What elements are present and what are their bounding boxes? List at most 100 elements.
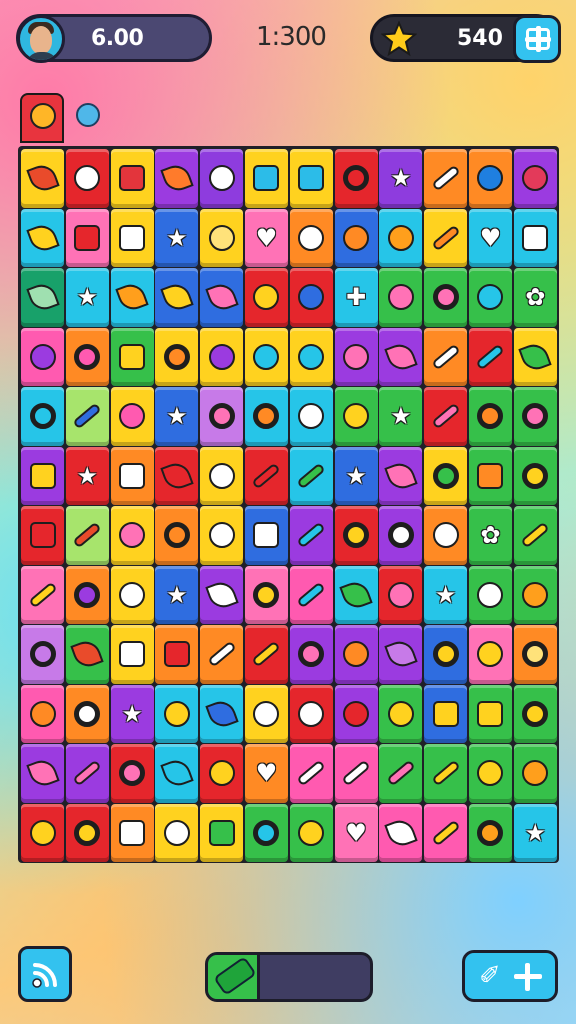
tile-r2-c5[interactable] <box>200 208 244 267</box>
tile-r5-c12[interactable] <box>513 387 557 446</box>
tile-r4-c10[interactable] <box>424 327 468 386</box>
tile-r10-c3[interactable]: ★ <box>110 684 154 743</box>
tile-r2-c4[interactable]: ★ <box>155 208 199 267</box>
tile-r6-c7[interactable] <box>289 446 333 505</box>
tile-r4-c4[interactable] <box>155 327 199 386</box>
tile-r8-c11[interactable] <box>468 565 512 624</box>
tile-r12-c10[interactable] <box>424 803 468 862</box>
tile-r12-c12[interactable]: ★ <box>513 803 557 862</box>
tile-r11-c9[interactable] <box>379 744 423 803</box>
tile-r8-c1[interactable] <box>21 565 64 624</box>
tile-r7-c6[interactable] <box>244 506 288 565</box>
tile-r2-c7[interactable] <box>289 208 333 267</box>
gift-tab[interactable] <box>20 93 64 143</box>
tile-r10-c5[interactable] <box>200 684 244 743</box>
tile-r3-c11[interactable] <box>468 268 512 327</box>
tile-r7-c9[interactable] <box>379 506 423 565</box>
tile-r7-c11[interactable]: ✿ <box>468 506 512 565</box>
tile-r2-c2[interactable] <box>65 208 109 267</box>
tile-r11-c10[interactable] <box>424 744 468 803</box>
tile-r6-c10[interactable] <box>424 446 468 505</box>
tile-r2-c9[interactable] <box>379 208 423 267</box>
tile-r11-c7[interactable] <box>289 744 333 803</box>
tile-r9-c6[interactable] <box>244 625 288 684</box>
tile-r5-c3[interactable] <box>110 387 154 446</box>
tile-r1-c10[interactable] <box>424 149 468 208</box>
tile-r3-c3[interactable] <box>110 268 154 327</box>
tile-r3-c6[interactable] <box>244 268 288 327</box>
tile-r2-c6[interactable]: ♥ <box>244 208 288 267</box>
tile-r10-c6[interactable] <box>244 684 288 743</box>
tile-r12-c9[interactable] <box>379 803 423 862</box>
tile-r10-c2[interactable] <box>65 684 109 743</box>
tile-r4-c6[interactable] <box>244 327 288 386</box>
tile-r12-c7[interactable] <box>289 803 333 862</box>
tile-r7-c5[interactable] <box>200 506 244 565</box>
tile-r10-c11[interactable] <box>468 684 512 743</box>
tile-r12-c2[interactable] <box>65 803 109 862</box>
tile-r10-c10[interactable] <box>424 684 468 743</box>
tile-r10-c8[interactable] <box>334 684 378 743</box>
tools-button[interactable]: ✐ <box>462 950 558 1002</box>
tile-r5-c8[interactable] <box>334 387 378 446</box>
tile-r3-c1[interactable] <box>21 268 64 327</box>
tile-r8-c6[interactable] <box>244 565 288 624</box>
tile-r1-c5[interactable] <box>200 149 244 208</box>
tile-r12-c6[interactable] <box>244 803 288 862</box>
tile-r9-c3[interactable] <box>110 625 154 684</box>
tile-r10-c7[interactable] <box>289 684 333 743</box>
tile-r1-c3[interactable] <box>110 149 154 208</box>
tile-r8-c3[interactable] <box>110 565 154 624</box>
tile-r6-c12[interactable] <box>513 446 557 505</box>
tile-r9-c5[interactable] <box>200 625 244 684</box>
tile-r4-c5[interactable] <box>200 327 244 386</box>
tile-r6-c4[interactable] <box>155 446 199 505</box>
shop-plus-button[interactable] <box>513 15 561 63</box>
tile-r9-c4[interactable] <box>155 625 199 684</box>
tile-r2-c12[interactable] <box>513 208 557 267</box>
tile-r11-c3[interactable] <box>110 744 154 803</box>
tile-r1-c11[interactable] <box>468 149 512 208</box>
tile-r4-c3[interactable] <box>110 327 154 386</box>
tile-r6-c2[interactable]: ★ <box>65 446 109 505</box>
tile-r8-c10[interactable]: ★ <box>424 565 468 624</box>
tile-r11-c4[interactable] <box>155 744 199 803</box>
tile-r3-c8[interactable]: ✚ <box>334 268 378 327</box>
tile-r7-c3[interactable] <box>110 506 154 565</box>
tile-r7-c7[interactable] <box>289 506 333 565</box>
tile-r12-c1[interactable] <box>21 803 64 862</box>
tile-r12-c3[interactable] <box>110 803 154 862</box>
tile-r5-c7[interactable] <box>289 387 333 446</box>
tile-r8-c9[interactable] <box>379 565 423 624</box>
tile-r12-c5[interactable] <box>200 803 244 862</box>
tile-r1-c7[interactable] <box>289 149 333 208</box>
player-panel[interactable]: 6.00 <box>16 14 212 63</box>
tile-r9-c7[interactable] <box>289 625 333 684</box>
tile-r1-c1[interactable] <box>21 149 64 208</box>
tile-r12-c4[interactable] <box>155 803 199 862</box>
tile-r3-c5[interactable] <box>200 268 244 327</box>
tile-r6-c3[interactable] <box>110 446 154 505</box>
tile-r8-c5[interactable] <box>200 565 244 624</box>
tile-r5-c11[interactable] <box>468 387 512 446</box>
tile-r6-c11[interactable] <box>468 446 512 505</box>
tile-r12-c8[interactable]: ♥ <box>334 803 378 862</box>
tile-r2-c3[interactable] <box>110 208 154 267</box>
tile-r3-c7[interactable] <box>289 268 333 327</box>
tile-r6-c8[interactable]: ★ <box>334 446 378 505</box>
tile-r3-c4[interactable] <box>155 268 199 327</box>
tile-r3-c9[interactable] <box>379 268 423 327</box>
tile-r8-c4[interactable]: ★ <box>155 565 199 624</box>
tile-r9-c8[interactable] <box>334 625 378 684</box>
tile-r11-c8[interactable] <box>334 744 378 803</box>
tile-r2-c8[interactable] <box>334 208 378 267</box>
signal-button[interactable] <box>18 946 72 1002</box>
tile-r9-c10[interactable] <box>424 625 468 684</box>
tile-r1-c2[interactable] <box>65 149 109 208</box>
tile-r11-c6[interactable]: ♥ <box>244 744 288 803</box>
tile-r9-c12[interactable] <box>513 625 557 684</box>
tile-r5-c4[interactable]: ★ <box>155 387 199 446</box>
tile-r10-c9[interactable] <box>379 684 423 743</box>
tile-r9-c2[interactable] <box>65 625 109 684</box>
tile-r6-c1[interactable] <box>21 446 64 505</box>
